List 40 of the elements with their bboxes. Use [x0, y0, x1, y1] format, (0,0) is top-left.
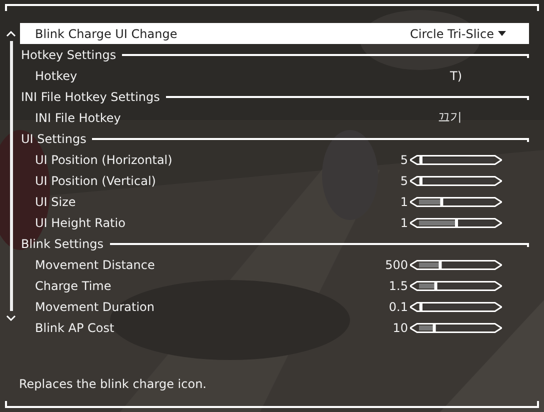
- option-label: Blink Charge UI Change: [35, 26, 178, 40]
- slider-value: 5: [400, 174, 408, 188]
- caret-icon: [498, 31, 506, 36]
- description-text: Replaces the blink charge icon.: [18, 376, 208, 393]
- setting-label: Movement Distance: [35, 258, 156, 272]
- slider[interactable]: [410, 302, 502, 312]
- section-header: INI File Hotkey Settings: [21, 90, 160, 104]
- slider[interactable]: [410, 280, 502, 290]
- setting-label: UI Position (Horizontal): [35, 152, 174, 166]
- setting-label: Movement Duration: [35, 300, 156, 314]
- dropdown-value: Circle Tri-Slice: [410, 26, 494, 40]
- slider-value: 5: [400, 152, 408, 166]
- setting-label: INI File Hotkey: [35, 110, 122, 124]
- section-header: Blink Settings: [21, 236, 104, 250]
- scrollbar[interactable]: [10, 41, 12, 311]
- slider[interactable]: [410, 322, 502, 332]
- slider[interactable]: [410, 218, 502, 228]
- setting-label: UI Position (Vertical): [35, 174, 157, 188]
- slider[interactable]: [410, 176, 502, 186]
- slider-value: 1: [400, 216, 408, 230]
- setting-value[interactable]: 끄기: [438, 109, 462, 126]
- slider-value: 500: [385, 258, 408, 272]
- setting-label: UI Height Ratio: [35, 216, 126, 230]
- slider[interactable]: [410, 154, 502, 164]
- scroll-down-icon[interactable]: [6, 315, 16, 321]
- slider-value: 0.1: [388, 300, 408, 314]
- slider[interactable]: [410, 260, 502, 270]
- scroll-up-icon[interactable]: [6, 31, 16, 37]
- slider-value: 1.5: [388, 278, 408, 292]
- setting-label: Hotkey: [35, 68, 78, 82]
- dropdown-option[interactable]: Blink Charge UI Change Circle Tri-Slice: [20, 23, 529, 44]
- slider[interactable]: [410, 196, 502, 206]
- setting-label: UI Size: [35, 194, 77, 208]
- section-header: Hotkey Settings: [21, 48, 116, 62]
- setting-label: Charge Time: [35, 278, 112, 292]
- slider-value: 10: [392, 320, 408, 334]
- setting-value[interactable]: T): [450, 68, 462, 82]
- section-header: UI Settings: [21, 132, 86, 146]
- setting-label: Blink AP Cost: [35, 320, 116, 334]
- slider-value: 1: [400, 194, 408, 208]
